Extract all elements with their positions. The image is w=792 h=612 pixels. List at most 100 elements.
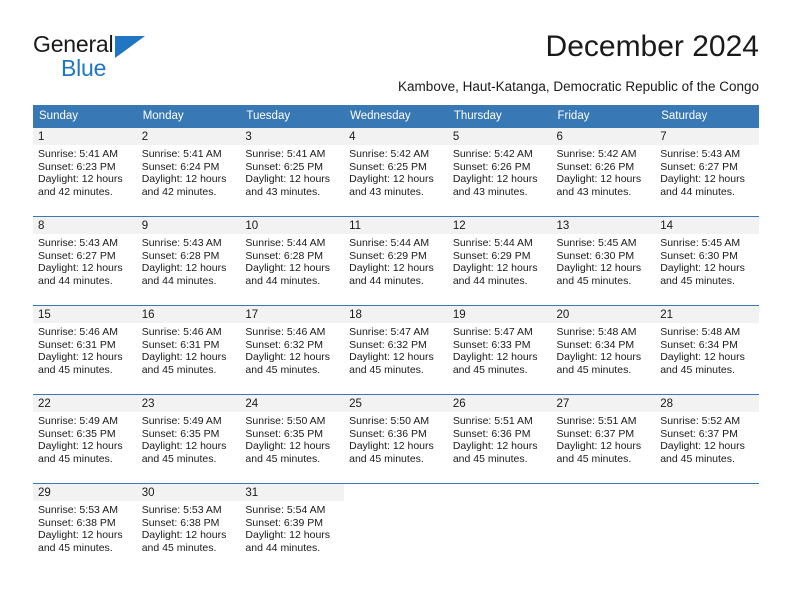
calendar-day-cell[interactable]: 30 Sunrise: 5:53 AM Sunset: 6:38 PM Dayligh… [136, 483, 241, 572]
calendar-day-cell[interactable]: 25 Sunrise: 5:50 AM Sunset: 6:36 PM Dayligh… [344, 394, 448, 484]
calendar-day-cell[interactable]: 26 Sunrise: 5:51 AM Sunset: 6:36 PM Dayligh… [447, 394, 552, 484]
calendar-day-cell[interactable]: 10 Sunrise: 5:44 AM Sunset: 6:28 PM Dayligh… [240, 216, 345, 306]
daylight-duration-line2: and 42 minutes. [141, 185, 217, 198]
daylight-duration-line2: and 45 minutes. [349, 452, 424, 465]
calendar-day-cell[interactable]: 6 Sunrise: 5:42 AM Sunset: 6:26 PM Daylight… [551, 127, 656, 217]
calendar-day-cell[interactable]: 9 Sunrise: 5:43 AM Sunset: 6:28 PM Daylight… [136, 216, 241, 306]
day-number [655, 484, 759, 501]
daylight-duration-line1: Daylight: 12 hours [245, 351, 331, 364]
day-details: Sunrise: 5:46 AM Sunset: 6:32 PM Daylight:… [240, 323, 344, 376]
calendar-day-cell[interactable]: 19 Sunrise: 5:47 AM Sunset: 6:33 PM Dayligh… [447, 305, 552, 395]
calendar-day-cell[interactable]: 31 Sunrise: 5:54 AM Sunset: 6:39 PM Dayligh… [240, 483, 345, 572]
calendar-day-cell[interactable]: 21 Sunrise: 5:48 AM Sunset: 6:34 PM Dayligh… [655, 305, 759, 395]
sunset-time: Sunset: 6:36 PM [452, 427, 531, 440]
day-number: 16 [136, 306, 241, 323]
calendar-day-cell[interactable]: 28 Sunrise: 5:52 AM Sunset: 6:37 PM Dayligh… [655, 394, 759, 484]
calendar-day-cell[interactable]: 3 Sunrise: 5:41 AM Sunset: 6:25 PM Daylight… [240, 127, 345, 217]
generalblue-logo[interactable]: General Blue [33, 33, 173, 81]
calendar-week-row: 1 Sunrise: 5:41 AM Sunset: 6:23 PM Daylight… [33, 127, 759, 217]
day-number: 14 [655, 217, 759, 234]
day-cell-content [448, 484, 552, 572]
calendar-day-cell[interactable]: 15 Sunrise: 5:46 AM Sunset: 6:31 PM Dayligh… [33, 305, 137, 395]
calendar-day-cell[interactable]: 17 Sunrise: 5:46 AM Sunset: 6:32 PM Dayligh… [240, 305, 345, 395]
weekday-header-wednesday: Wednesday [344, 105, 448, 128]
calendar-day-cell[interactable]: 12 Sunrise: 5:44 AM Sunset: 6:29 PM Dayligh… [447, 216, 552, 306]
sunset-time: Sunset: 6:38 PM [38, 516, 116, 529]
daylight-duration-line2: and 45 minutes. [141, 363, 217, 376]
day-cell-content: 14 Sunrise: 5:45 AM Sunset: 6:30 PM Dayligh… [655, 217, 759, 305]
daylight-duration-line2: and 45 minutes. [660, 452, 735, 465]
day-number: 9 [136, 217, 241, 234]
day-number: 20 [551, 306, 656, 323]
sunset-time: Sunset: 6:35 PM [38, 427, 116, 440]
calendar-day-cell[interactable]: 29 Sunrise: 5:53 AM Sunset: 6:38 PM Dayligh… [33, 483, 137, 572]
sunset-time: Sunset: 6:31 PM [38, 338, 116, 351]
day-cell-content: 7 Sunrise: 5:43 AM Sunset: 6:27 PM Daylight… [655, 128, 759, 216]
day-number: 25 [344, 395, 448, 412]
daylight-duration-line1: Daylight: 12 hours [556, 351, 642, 364]
day-number: 29 [33, 484, 137, 501]
calendar-day-cell[interactable]: 27 Sunrise: 5:51 AM Sunset: 6:37 PM Dayligh… [551, 394, 656, 484]
day-cell-content: 28 Sunrise: 5:52 AM Sunset: 6:37 PM Dayligh… [655, 395, 759, 483]
calendar-day-cell[interactable]: 16 Sunrise: 5:46 AM Sunset: 6:31 PM Dayligh… [136, 305, 241, 395]
day-details: Sunrise: 5:42 AM Sunset: 6:26 PM Daylight:… [552, 145, 656, 198]
daylight-duration-line1: Daylight: 12 hours [38, 351, 123, 364]
sunrise-time: Sunrise: 5:50 AM [245, 415, 326, 427]
day-number: 26 [447, 395, 552, 412]
location-subtitle: Kambove, Haut-Katanga, Democratic Republ… [398, 79, 759, 94]
sunrise-time: Sunrise: 5:46 AM [245, 326, 326, 338]
daylight-duration-line1: Daylight: 12 hours [660, 440, 745, 453]
calendar-day-cell[interactable]: 7 Sunrise: 5:43 AM Sunset: 6:27 PM Daylight… [655, 127, 759, 217]
daylight-duration-line1: Daylight: 12 hours [245, 262, 331, 275]
day-details: Sunrise: 5:48 AM Sunset: 6:34 PM Daylight:… [655, 323, 759, 376]
day-cell-content: 22 Sunrise: 5:49 AM Sunset: 6:35 PM Dayligh… [33, 395, 137, 483]
day-cell-content: 15 Sunrise: 5:46 AM Sunset: 6:31 PM Dayligh… [33, 306, 137, 394]
calendar-grid: Sunday Monday Tuesday Wednesday Thursday… [33, 105, 759, 572]
calendar-day-cell[interactable]: 14 Sunrise: 5:45 AM Sunset: 6:30 PM Dayligh… [655, 216, 759, 306]
sunset-time: Sunset: 6:28 PM [245, 249, 324, 262]
day-cell-content [552, 484, 656, 572]
daylight-duration-line1: Daylight: 12 hours [349, 262, 434, 275]
day-details: Sunrise: 5:45 AM Sunset: 6:30 PM Daylight:… [552, 234, 656, 287]
daylight-duration-line1: Daylight: 12 hours [660, 173, 745, 186]
calendar-day-cell[interactable]: 2 Sunrise: 5:41 AM Sunset: 6:24 PM Daylight… [136, 127, 241, 217]
calendar-day-cell[interactable]: 20 Sunrise: 5:48 AM Sunset: 6:34 PM Dayligh… [551, 305, 656, 395]
weekday-header-friday: Friday [551, 105, 656, 128]
sunrise-time: Sunrise: 5:42 AM [452, 148, 533, 160]
calendar-day-cell[interactable]: 13 Sunrise: 5:45 AM Sunset: 6:30 PM Dayligh… [551, 216, 656, 306]
calendar-day-cell[interactable]: 1 Sunrise: 5:41 AM Sunset: 6:23 PM Daylight… [33, 127, 137, 217]
day-cell-content: 20 Sunrise: 5:48 AM Sunset: 6:34 PM Dayligh… [551, 306, 656, 394]
daylight-duration-line2: and 45 minutes. [660, 274, 735, 287]
daylight-duration-line2: and 45 minutes. [38, 452, 113, 465]
day-details: Sunrise: 5:48 AM Sunset: 6:34 PM Daylight:… [552, 323, 656, 376]
daylight-duration-line2: and 44 minutes. [141, 274, 217, 287]
day-details: Sunrise: 5:42 AM Sunset: 6:26 PM Daylight:… [448, 145, 552, 198]
day-details: Sunrise: 5:43 AM Sunset: 6:27 PM Daylight:… [655, 145, 759, 198]
sunset-time: Sunset: 6:25 PM [245, 160, 324, 173]
sunset-time: Sunset: 6:26 PM [452, 160, 531, 173]
calendar-day-cell[interactable]: 4 Sunrise: 5:42 AM Sunset: 6:25 PM Daylight… [344, 127, 448, 217]
sunrise-time: Sunrise: 5:43 AM [660, 148, 741, 160]
day-details: Sunrise: 5:43 AM Sunset: 6:28 PM Daylight:… [137, 234, 241, 287]
day-number: 13 [551, 217, 656, 234]
day-number: 15 [33, 306, 137, 323]
sunrise-time: Sunrise: 5:45 AM [556, 237, 637, 249]
calendar-day-cell[interactable]: 11 Sunrise: 5:44 AM Sunset: 6:29 PM Dayligh… [344, 216, 448, 306]
day-cell-content: 10 Sunrise: 5:44 AM Sunset: 6:28 PM Dayligh… [240, 217, 345, 305]
weekday-header-sunday: Sunday [33, 105, 137, 128]
logo-text-blue: Blue [61, 55, 107, 81]
sunrise-time: Sunrise: 5:47 AM [452, 326, 533, 338]
sunset-time: Sunset: 6:38 PM [141, 516, 220, 529]
day-cell-content: 18 Sunrise: 5:47 AM Sunset: 6:32 PM Dayligh… [344, 306, 448, 394]
calendar-day-cell[interactable]: 5 Sunrise: 5:42 AM Sunset: 6:26 PM Daylight… [447, 127, 552, 217]
calendar-day-cell[interactable]: 18 Sunrise: 5:47 AM Sunset: 6:32 PM Dayligh… [344, 305, 448, 395]
daylight-duration-line1: Daylight: 12 hours [141, 529, 227, 542]
daylight-duration-line1: Daylight: 12 hours [141, 440, 227, 453]
sunset-time: Sunset: 6:29 PM [349, 249, 427, 262]
sunrise-time: Sunrise: 5:45 AM [660, 237, 741, 249]
calendar-day-cell[interactable]: 23 Sunrise: 5:49 AM Sunset: 6:35 PM Dayligh… [136, 394, 241, 484]
sunset-time: Sunset: 6:30 PM [660, 249, 738, 262]
calendar-day-cell[interactable]: 24 Sunrise: 5:50 AM Sunset: 6:35 PM Dayligh… [240, 394, 345, 484]
calendar-day-cell[interactable]: 22 Sunrise: 5:49 AM Sunset: 6:35 PM Dayligh… [33, 394, 137, 484]
calendar-day-cell[interactable]: 8 Sunrise: 5:43 AM Sunset: 6:27 PM Daylight… [33, 216, 137, 306]
